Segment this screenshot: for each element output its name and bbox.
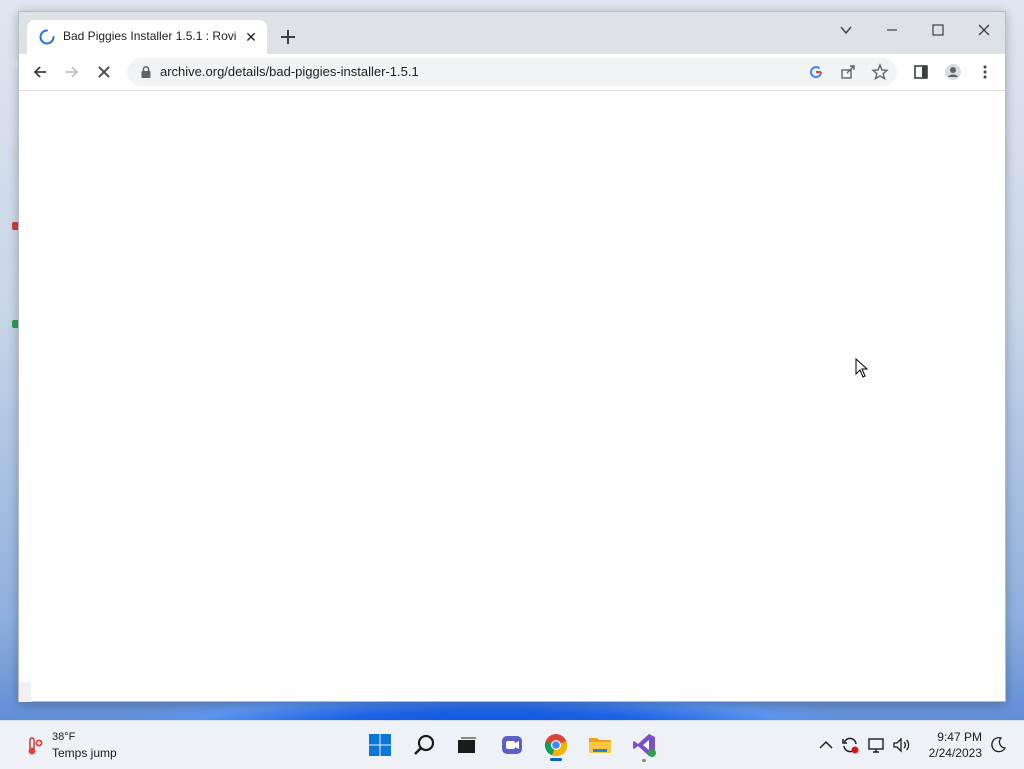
weather-temperature: 38°F — [52, 731, 76, 743]
more-vert-icon — [983, 65, 987, 79]
arrow-right-icon — [66, 66, 79, 78]
close-icon — [978, 24, 990, 36]
volume-icon[interactable] — [892, 735, 912, 755]
tab-active[interactable]: Bad Piggies Installer 1.5.1 : Rovio ✕ — [27, 20, 267, 54]
chevron-down-icon — [840, 26, 852, 35]
weather-description: Temps jump — [52, 746, 117, 760]
search-icon — [414, 734, 435, 755]
chat-icon — [502, 736, 522, 754]
stop-loading-button[interactable] — [92, 60, 116, 84]
close-tab-icon[interactable]: ✕ — [243, 29, 259, 45]
visual-studio-icon — [633, 734, 656, 757]
minimize-button[interactable] — [870, 16, 914, 44]
page-content — [19, 91, 1005, 701]
side-panel-icon — [914, 65, 928, 79]
forward-button[interactable] — [60, 60, 84, 84]
address-bar[interactable]: archive.org/details/bad-piggies-installe… — [127, 58, 897, 86]
minimize-icon — [887, 29, 897, 31]
clock-time[interactable]: 9:47 PM — [920, 730, 982, 744]
chevron-up-icon[interactable] — [816, 735, 836, 755]
network-icon[interactable] — [867, 735, 887, 755]
search-button[interactable] — [410, 730, 440, 760]
clock-date[interactable]: 2/24/2023 — [920, 746, 982, 760]
share-icon[interactable] — [839, 63, 857, 81]
start-icon — [369, 734, 391, 756]
lock-icon[interactable] — [139, 65, 153, 79]
browser-window: Bad Piggies Installer 1.5.1 : Rovio ✕ ar… — [18, 11, 1006, 702]
stop-icon — [98, 66, 110, 78]
tab-title: Bad Piggies Installer 1.5.1 : Rovio — [63, 29, 237, 43]
task-view-button[interactable] — [452, 730, 482, 760]
chrome-icon — [544, 734, 568, 757]
running-indicator — [550, 758, 562, 761]
chat-button[interactable] — [497, 730, 527, 760]
bookmark-star-icon[interactable] — [871, 63, 889, 81]
arrow-left-icon — [33, 66, 46, 78]
profile-button[interactable] — [941, 60, 965, 84]
maximize-button[interactable] — [916, 16, 960, 44]
browser-toolbar: archive.org/details/bad-piggies-installe… — [19, 54, 1005, 90]
new-tab-icon[interactable] — [277, 26, 299, 48]
maximize-icon — [932, 24, 944, 36]
tab-strip: Bad Piggies Installer 1.5.1 : Rovio ✕ — [19, 12, 1005, 54]
visual-studio-button[interactable] — [629, 730, 659, 762]
thermometer-icon — [28, 737, 43, 755]
url-text[interactable]: archive.org/details/bad-piggies-installe… — [160, 64, 419, 79]
loading-spinner-icon — [39, 29, 55, 45]
file-explorer-button[interactable] — [585, 730, 615, 760]
running-indicator — [642, 759, 646, 762]
file-explorer-icon — [589, 738, 611, 753]
scrollbar[interactable] — [19, 682, 31, 702]
focus-assist-moon-icon[interactable] — [988, 735, 1008, 755]
chrome-taskbar-button[interactable] — [541, 730, 571, 761]
sync-icon[interactable] — [840, 735, 860, 755]
side-panel-button[interactable] — [909, 60, 933, 84]
menu-button[interactable] — [973, 60, 997, 84]
task-view-icon — [458, 737, 476, 753]
mouse-cursor-icon — [855, 358, 869, 378]
taskbar: 38°F Temps jump 9:47 PM 2/24/2023 — [0, 720, 1024, 769]
google-lens-icon[interactable] — [807, 63, 825, 81]
tab-search-button[interactable] — [824, 16, 868, 44]
start-button[interactable] — [365, 730, 395, 760]
back-button[interactable] — [28, 60, 52, 84]
profile-icon — [945, 64, 961, 80]
close-window-button[interactable] — [962, 16, 1006, 44]
